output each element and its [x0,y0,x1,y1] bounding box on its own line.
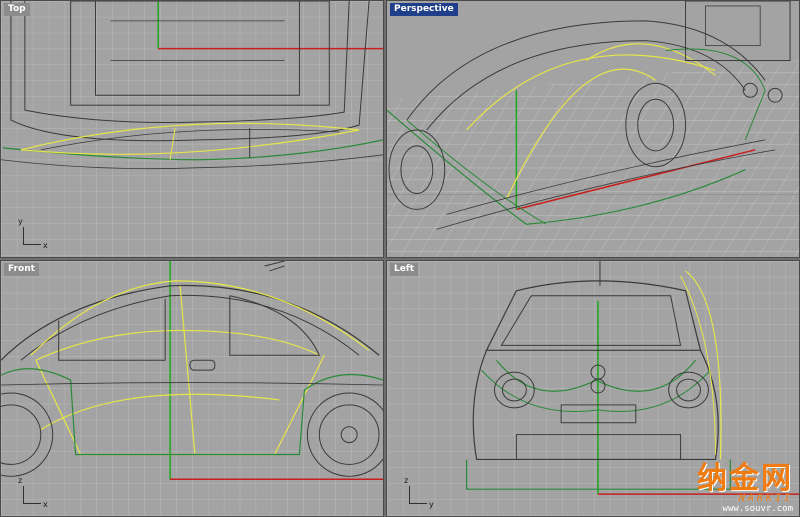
top-view-canvas[interactable] [1,1,383,257]
viewport-label-left[interactable]: Left [390,263,419,276]
perspective-view-canvas[interactable] [387,1,799,257]
axis-label-y: y [18,217,23,226]
axis-label-z: z [404,476,409,485]
front-view-canvas[interactable] [1,261,383,516]
viewport-perspective[interactable]: Perspective [386,0,800,258]
watermark-brand: 纳金网 [697,461,793,496]
axis-label-x: x [43,500,48,509]
axis-indicator-top: y x [18,217,49,250]
axis-indicator-front: z x [18,476,49,509]
axis-indicator-left: z y [404,476,435,509]
viewport-label-front[interactable]: Front [4,263,39,276]
axis-label-z: z [18,476,23,485]
viewport-layout: Top y x Perspective Front z x Left z y 纳… [0,0,800,517]
viewport-label-perspective[interactable]: Perspective [390,3,458,16]
watermark-url: www.souvr.com [722,504,793,514]
viewport-top[interactable]: Top y x [0,0,384,258]
axis-label-x: x [43,241,48,250]
watermark: 纳金网 NARKII www.souvr.com [697,461,793,515]
axis-label-y: y [429,500,434,509]
viewport-front[interactable]: Front z x [0,260,384,517]
viewport-label-top[interactable]: Top [4,3,30,16]
viewport-left[interactable]: Left z y 纳金网 NARKII www.souvr.com [386,260,800,517]
